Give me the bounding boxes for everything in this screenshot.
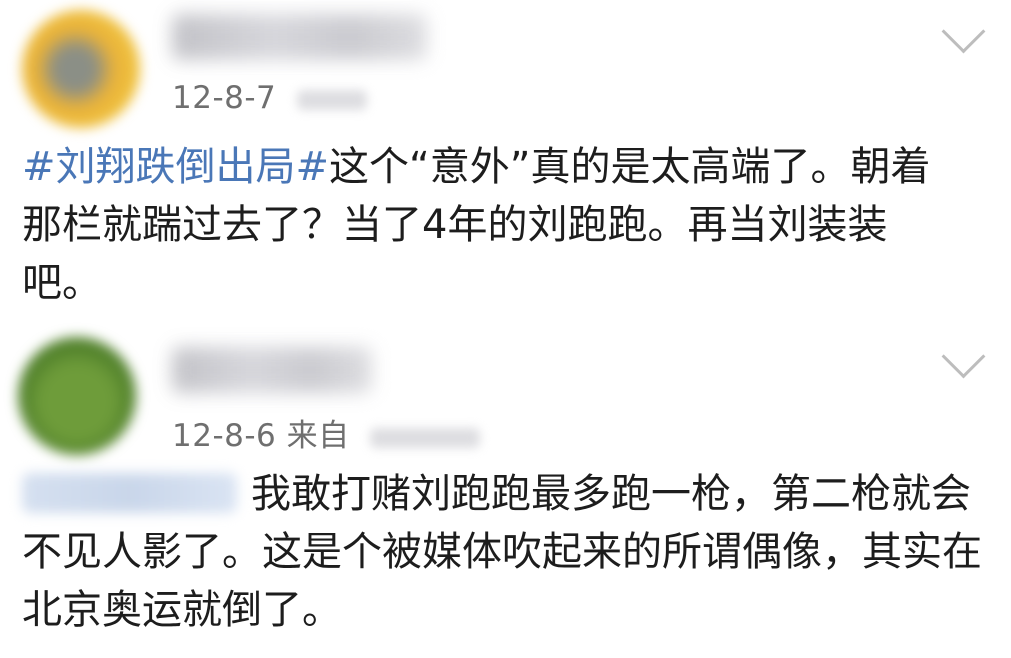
mention-blurred[interactable] [22, 473, 237, 513]
source-blurred [296, 89, 367, 110]
avatar[interactable] [22, 10, 140, 128]
comment-meta: 12-8-6 来自 [172, 410, 480, 455]
topic-link[interactable]: #刘翔跌倒出局# [22, 144, 329, 190]
avatar[interactable] [18, 337, 136, 455]
chevron-down-icon[interactable] [941, 334, 986, 379]
username-blurred[interactable] [172, 347, 372, 393]
comment-date: 12-8-7 [172, 80, 277, 116]
comment-text: 我敢打赌刘跑跑最多跑一枪，第二枪就会不见人影了。这是个被媒体吹起来的所谓偶像，其… [22, 465, 982, 639]
comment-meta: 12-8-7 [172, 80, 367, 116]
username-blurred[interactable] [172, 14, 427, 60]
comment-item: 12-8-6 来自 我敢打赌刘跑跑最多跑一枪，第二枪就会不见人影了。这是个被媒体… [0, 325, 1011, 658]
comment-text: #刘翔跌倒出局#这个“意外”真的是太高端了。朝着那栏就踹过去了？当了4年的刘跑跑… [22, 138, 962, 312]
comment-date: 12-8-6 [172, 418, 277, 454]
chevron-down-icon[interactable] [941, 9, 986, 54]
source-blurred [369, 427, 480, 448]
comment-item: 12-8-7 #刘翔跌倒出局#这个“意外”真的是太高端了。朝着那栏就踹过去了？当… [0, 0, 1011, 325]
comment-source-label: 来自 [286, 418, 350, 454]
